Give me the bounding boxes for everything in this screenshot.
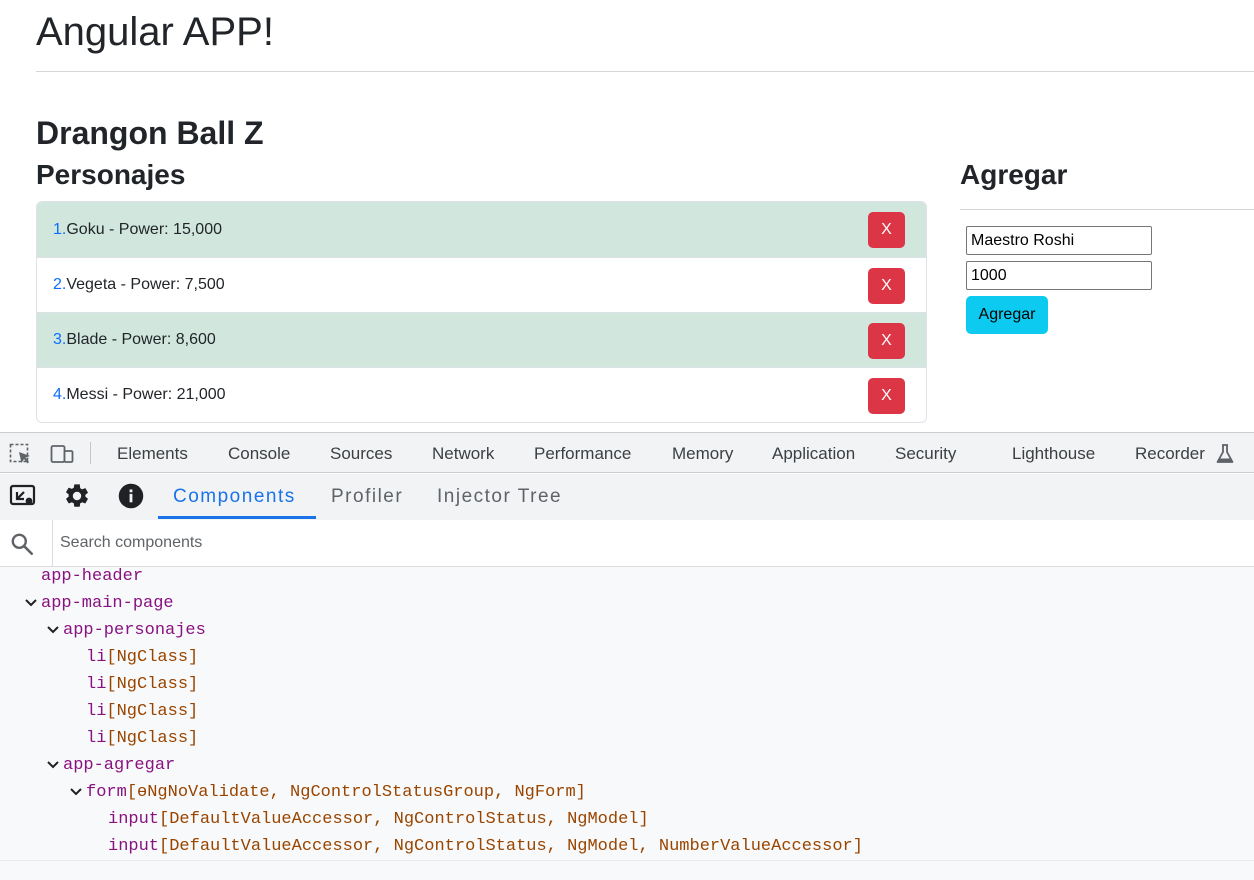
name-input[interactable] [966, 226, 1152, 255]
character-text: Vegeta - Power: 7,500 [66, 276, 225, 293]
search-input[interactable] [54, 528, 1244, 558]
characters-title: Personajes [36, 159, 186, 190]
app-title: Angular APP! [36, 10, 274, 54]
inspect-element-icon[interactable] [9, 443, 33, 465]
character-item: 3. Blade - Power: 8,600 X [37, 312, 926, 367]
tree-node-directives: [DefaultValueAccessor, NgControlStatus, … [159, 810, 649, 829]
tab-recorder[interactable]: Recorder [1135, 444, 1205, 464]
add-character-button[interactable]: Agregar [966, 296, 1048, 334]
character-text: Goku - Power: 15,000 [66, 220, 222, 238]
tree-node[interactable]: app-header [0, 567, 1254, 590]
character-item: 1. Goku - Power: 15,000 X [37, 202, 926, 257]
remove-character-button[interactable]: X [868, 268, 905, 304]
remove-character-button[interactable]: X [868, 323, 905, 359]
tree-node-tag: li [86, 648, 107, 667]
tree-node-tag: app-header [41, 567, 144, 586]
character-item: 4. Messi - Power: 21,000 X [37, 367, 926, 422]
device-toolbar-icon[interactable] [50, 443, 74, 465]
tree-node-tag: li [86, 729, 107, 748]
characters-list: 1. Goku - Power: 15,000 X 2. Vegeta - Powe… [36, 201, 927, 423]
flask-icon [1216, 444, 1234, 463]
component-search-bar [0, 520, 1254, 567]
tree-node[interactable]: input[DefaultValueAccessor, NgControlSta… [0, 833, 1254, 860]
inspect-component-icon[interactable] [9, 482, 37, 510]
tab-sources[interactable]: Sources [330, 444, 392, 464]
angular-app: Angular APP! Drangon Ball Z Personajes A… [0, 0, 1254, 432]
chevron-down-icon[interactable] [69, 785, 83, 799]
tab-elements[interactable]: Elements [117, 444, 188, 464]
remove-character-button[interactable]: X [868, 212, 905, 248]
search-separator [52, 520, 53, 567]
tree-node[interactable]: li[NgClass] [0, 725, 1254, 752]
tree-node[interactable]: li[NgClass] [0, 698, 1254, 725]
tab-profiler[interactable]: Profiler [331, 485, 403, 509]
tree-node-tag: li [86, 675, 107, 694]
tree-node[interactable]: app-main-page [0, 590, 1254, 617]
tree-node[interactable]: li[NgClass] [0, 644, 1254, 671]
tab-performance[interactable]: Performance [534, 444, 631, 464]
character-number: 4. [53, 386, 67, 403]
tree-node-directives: [NgClass] [106, 675, 199, 694]
section-title: Drangon Ball Z [36, 115, 264, 151]
tab-lighthouse[interactable]: Lighthouse [1012, 444, 1095, 464]
tree-node[interactable]: app-agregar [0, 752, 1254, 779]
tree-node[interactable]: input[DefaultValueAccessor, NgControlSta… [0, 806, 1254, 833]
character-number: 2. [53, 276, 67, 293]
tree-node-tag: form [86, 783, 127, 802]
tab-memory[interactable]: Memory [672, 444, 733, 464]
chevron-down-icon[interactable] [46, 758, 60, 772]
character-number: 1. [53, 220, 67, 238]
tree-node-tag: input [108, 810, 160, 829]
add-divider [960, 209, 1254, 210]
power-input[interactable] [966, 261, 1152, 290]
tab-network[interactable]: Network [432, 444, 494, 464]
tree-node-tag: app-personajes [63, 621, 206, 640]
add-title: Agregar [960, 159, 1068, 190]
tab-components[interactable]: Components [173, 485, 296, 509]
tree-node-directives: [NgClass] [106, 702, 199, 721]
character-text: Blade - Power: 8,600 [66, 331, 216, 348]
active-tab-indicator [158, 516, 316, 519]
header-divider [36, 71, 1254, 72]
component-tree: app-header app-main-page app-personajes … [0, 567, 1254, 860]
tab-injector-tree[interactable]: Injector Tree [437, 485, 562, 509]
chevron-down-icon[interactable] [24, 596, 38, 610]
toolbar-separator [90, 442, 91, 464]
devtools-bottom-bar [0, 860, 1254, 880]
devtools-tabbar: Elements Console Sources Network Perform… [0, 432, 1254, 473]
tab-console[interactable]: Console [228, 444, 290, 464]
tree-node-tag: app-agregar [63, 756, 176, 775]
devtools-panel: Elements Console Sources Network Perform… [0, 432, 1254, 880]
character-number: 3. [53, 331, 67, 348]
remove-character-button[interactable]: X [868, 378, 905, 414]
tree-node[interactable]: form[ɵNgNoValidate, NgControlStatusGroup… [0, 779, 1254, 806]
search-icon [11, 533, 34, 556]
tab-application[interactable]: Application [772, 444, 855, 464]
tree-node-tag: input [108, 837, 160, 856]
tree-node-tag: li [86, 702, 107, 721]
tree-node[interactable]: li[NgClass] [0, 671, 1254, 698]
tree-node-directives: [NgClass] [106, 729, 199, 748]
tree-node-directives: [DefaultValueAccessor, NgControlStatus, … [159, 837, 863, 856]
tree-node[interactable]: app-personajes [0, 617, 1254, 644]
chevron-down-icon[interactable] [46, 623, 60, 637]
character-text: Messi - Power: 21,000 [66, 386, 226, 403]
gear-icon[interactable] [63, 482, 91, 510]
angular-devtools-toolbar: Components Profiler Injector Tree [0, 474, 1254, 520]
info-icon[interactable] [117, 482, 145, 510]
character-item: 2. Vegeta - Power: 7,500 X [37, 257, 926, 312]
tree-node-directives: [NgClass] [106, 648, 199, 667]
tree-node-directives: [ɵNgNoValidate, NgControlStatusGroup, Ng… [126, 783, 586, 802]
tree-node-tag: app-main-page [41, 594, 174, 613]
tab-security[interactable]: Security [895, 444, 956, 464]
